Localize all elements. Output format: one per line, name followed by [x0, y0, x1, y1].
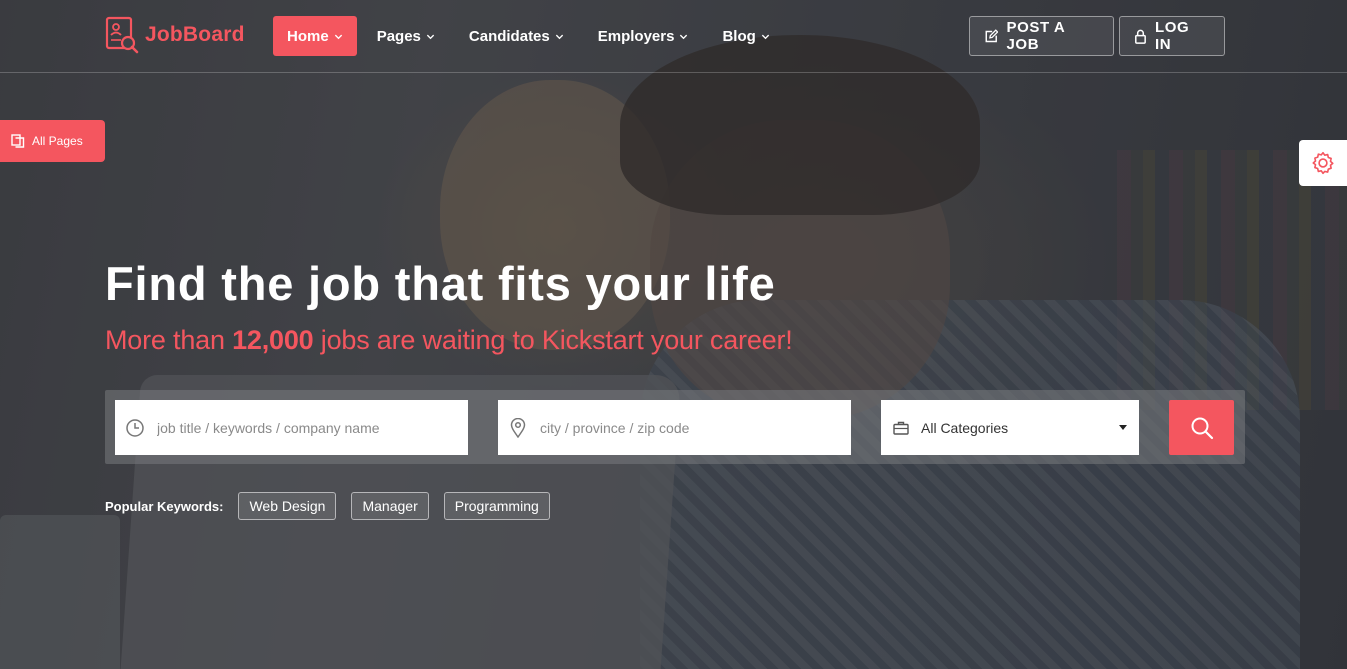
gear-icon	[1312, 151, 1334, 175]
briefcase-icon	[881, 421, 921, 435]
nav-item-label: Candidates	[468, 27, 550, 45]
nav-item-label: Employers	[597, 27, 675, 45]
location-input[interactable]	[538, 418, 842, 437]
nav-item-blog[interactable]: Blog	[708, 16, 783, 56]
popular-keywords-label: Popular Keywords:	[105, 498, 224, 514]
nav-item-label: Home	[287, 27, 329, 45]
document-search-icon	[105, 16, 139, 54]
hero-subtitle-suffix: jobs are waiting to Kickstart your caree…	[313, 325, 793, 355]
hero-subtitle-prefix: More than	[105, 325, 233, 355]
all-pages-tab[interactable]: All Pages	[0, 120, 105, 162]
settings-toggle[interactable]	[1299, 140, 1347, 186]
search-button[interactable]	[1169, 400, 1234, 455]
keyword-tag-manager[interactable]: Manager	[351, 492, 429, 520]
post-job-label: POST A JOB	[1006, 19, 1065, 53]
map-pin-icon	[498, 417, 538, 438]
chevron-down-icon	[761, 34, 769, 39]
category-selected-value: All Categories	[921, 419, 1009, 436]
keyword-field[interactable]	[115, 400, 468, 455]
login-button[interactable]: LOG IN	[1119, 16, 1225, 56]
nav-item-home[interactable]: Home	[273, 16, 357, 56]
job-count: 12,000	[232, 325, 314, 355]
clock-icon	[115, 418, 155, 438]
logo-text: JobBoard	[145, 23, 245, 46]
post-job-button[interactable]: POST A JOB	[969, 16, 1114, 56]
nav-item-label: Pages	[376, 27, 421, 45]
logo[interactable]: JobBoard	[105, 16, 245, 54]
chevron-down-icon	[334, 34, 342, 39]
login-label: LOG IN	[1154, 19, 1190, 53]
chevron-down-icon	[555, 34, 563, 39]
keyword-input[interactable]	[155, 418, 459, 437]
job-search-form: All Categories	[105, 390, 1245, 464]
popular-keywords: Popular Keywords: Web Design Manager Pro…	[105, 492, 550, 520]
keyword-tag-programming[interactable]: Programming	[443, 492, 550, 520]
copy-icon	[11, 134, 25, 148]
nav-item-label: Blog	[722, 27, 756, 45]
lock-icon	[1135, 29, 1146, 44]
hero-title: Find the job that fits your life	[105, 257, 776, 310]
keyword-tag-web-design[interactable]: Web Design	[238, 492, 337, 520]
nav-item-pages[interactable]: Pages	[363, 16, 449, 56]
nav-item-employers[interactable]: Employers	[584, 16, 703, 56]
chevron-down-icon	[426, 34, 435, 39]
nav-item-candidates[interactable]: Candidates	[455, 16, 578, 56]
site-header: JobBoard Home Pages Candidates Employers…	[0, 0, 1347, 73]
main-nav: Home Pages Candidates Employers Blog	[273, 16, 790, 56]
chevron-down-icon	[680, 34, 688, 39]
category-select[interactable]: All Categories	[881, 400, 1139, 455]
edit-icon	[985, 28, 999, 42]
dropdown-caret-icon	[1119, 425, 1127, 430]
hero-subtitle: More than 12,000 jobs are waiting to Kic…	[105, 325, 793, 356]
all-pages-label: All Pages	[32, 134, 83, 148]
search-icon	[1191, 417, 1213, 439]
location-field[interactable]	[498, 400, 851, 455]
